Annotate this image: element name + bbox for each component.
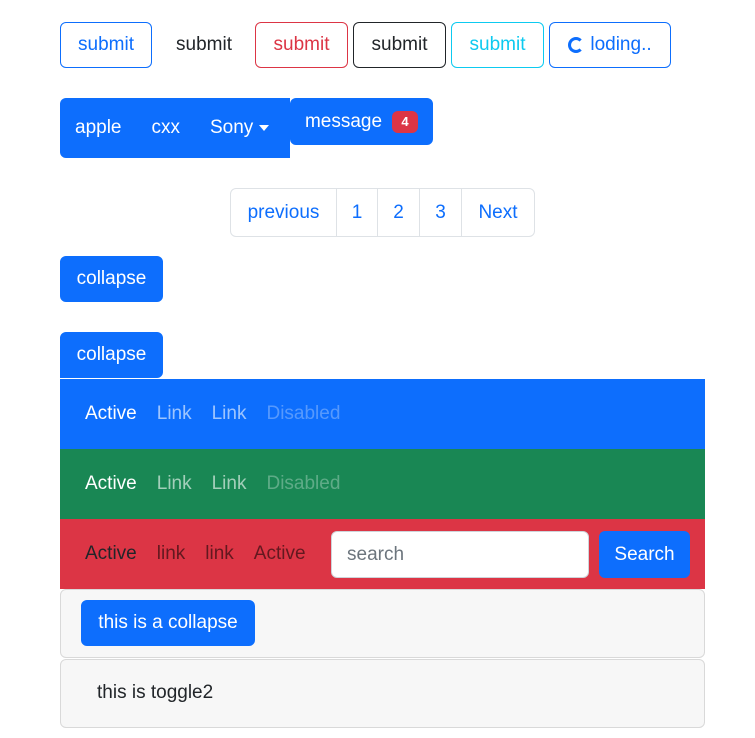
submit-button-danger[interactable]: submit	[255, 22, 348, 68]
nav-link[interactable]: Link	[212, 473, 247, 495]
caret-down-icon	[259, 125, 270, 131]
nav-link-active[interactable]: Active	[85, 403, 137, 425]
page-1[interactable]: 1	[337, 189, 378, 236]
submit-button-info[interactable]: submit	[451, 22, 544, 68]
message-button[interactable]: message 4	[290, 98, 433, 145]
message-badge: 4	[392, 110, 419, 133]
dropdown-label: Sony	[210, 117, 254, 138]
nav-link[interactable]: Active	[254, 543, 306, 565]
loading-label: loding..	[590, 34, 652, 55]
navbar-primary: Active Link Link Disabled	[60, 379, 705, 449]
nav-link[interactable]: link	[157, 543, 186, 565]
message-label: message	[304, 110, 383, 132]
submit-button-primary[interactable]: submit	[60, 22, 152, 68]
page-2[interactable]: 2	[378, 189, 420, 236]
nav-link-disabled: Disabled	[266, 473, 341, 494]
nav-link[interactable]: Link	[212, 403, 247, 425]
nav-link[interactable]: Link	[157, 403, 192, 425]
submit-button-dark[interactable]: submit	[353, 22, 446, 68]
pill-dropdown-sony[interactable]: Sony	[195, 117, 284, 139]
navbar-success: Active Link Link Disabled	[60, 449, 705, 519]
nav-link-disabled: Disabled	[266, 403, 341, 424]
pagination: previous 1 2 3 Next	[230, 188, 535, 237]
collapse-button-2[interactable]: collapse	[60, 332, 163, 378]
nav-link[interactable]: Link	[157, 473, 192, 495]
collapse-card-button[interactable]: this is a collapse	[81, 600, 255, 646]
nav-link[interactable]: link	[205, 543, 234, 565]
search-input[interactable]	[331, 531, 589, 578]
spinner-icon	[568, 37, 585, 53]
page-previous[interactable]: previous	[231, 189, 337, 236]
submit-button-link[interactable]: submit	[158, 22, 250, 68]
toggle-card-text: this is toggle2	[97, 682, 214, 703]
pill-apple[interactable]: apple	[60, 117, 137, 139]
search-button[interactable]: Search	[599, 531, 690, 578]
page-next[interactable]: Next	[462, 189, 534, 236]
nav-link-active[interactable]: Active	[85, 543, 137, 565]
nav-link-active[interactable]: Active	[85, 473, 137, 495]
pills-nav: apple cxx Sony	[60, 98, 290, 158]
pill-cxx[interactable]: cxx	[137, 117, 196, 139]
collapse-button-1[interactable]: collapse	[60, 256, 163, 302]
toggle-card: this is toggle2	[60, 659, 705, 728]
page-3[interactable]: 3	[420, 189, 462, 236]
loading-button[interactable]: loding..	[549, 22, 671, 68]
